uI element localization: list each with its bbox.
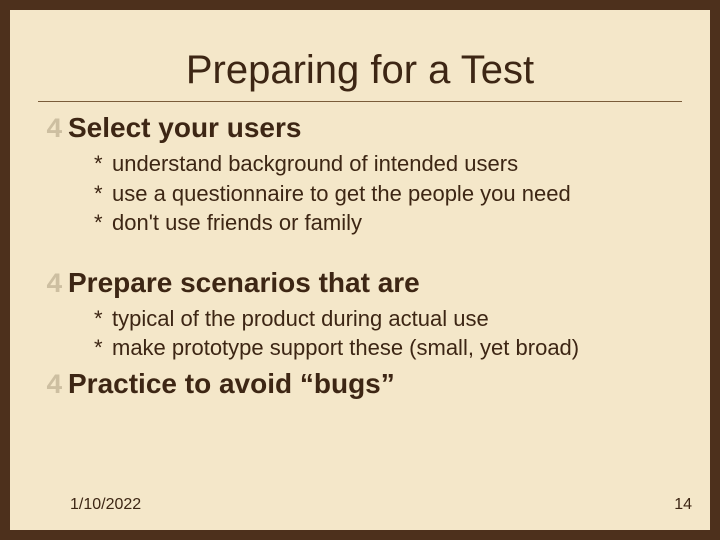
section-2-heading-text: Prepare scenarios that are bbox=[68, 267, 420, 298]
section-2: 4Prepare scenarios that are *typical of … bbox=[46, 267, 682, 362]
star-icon: * bbox=[94, 305, 112, 333]
section-2-heading: 4Prepare scenarios that are bbox=[46, 267, 682, 301]
section-1-sub-1-text: understand background of intended users bbox=[112, 151, 518, 176]
slide-title: Preparing for a Test bbox=[38, 48, 682, 93]
section-1-sub-3: *don't use friends or family bbox=[94, 209, 682, 237]
section-2-sub-2: *make prototype support these (small, ye… bbox=[94, 334, 682, 362]
section-2-sub-2-text: make prototype support these (small, yet… bbox=[112, 335, 579, 360]
bullet-icon: 4 bbox=[46, 371, 68, 402]
section-3-heading: 4Practice to avoid “bugs” bbox=[46, 368, 682, 402]
star-icon: * bbox=[94, 334, 112, 362]
section-3-heading-text: Practice to avoid “bugs” bbox=[68, 368, 395, 399]
section-1-heading: 4Select your users bbox=[46, 112, 682, 146]
section-1-sub-2: *use a questionnaire to get the people y… bbox=[94, 180, 682, 208]
spacer bbox=[38, 243, 682, 261]
slide-inner: Preparing for a Test 4Select your users … bbox=[10, 10, 710, 530]
slide: Preparing for a Test 4Select your users … bbox=[0, 0, 720, 540]
section-1-sub-3-text: don't use friends or family bbox=[112, 210, 362, 235]
section-1: 4Select your users *understand backgroun… bbox=[46, 112, 682, 237]
bullet-icon: 4 bbox=[46, 270, 68, 301]
star-icon: * bbox=[94, 209, 112, 237]
section-3: 4Practice to avoid “bugs” bbox=[46, 368, 682, 402]
section-1-sub-1: *understand background of intended users bbox=[94, 150, 682, 178]
section-1-sub-2-text: use a questionnaire to get the people yo… bbox=[112, 181, 571, 206]
bullet-icon: 4 bbox=[46, 115, 68, 146]
section-2-sub-1-text: typical of the product during actual use bbox=[112, 306, 489, 331]
footer-page: 14 bbox=[674, 496, 692, 514]
section-2-sub-1: *typical of the product during actual us… bbox=[94, 305, 682, 333]
section-1-heading-text: Select your users bbox=[68, 112, 301, 143]
footer-date: 1/10/2022 bbox=[70, 496, 141, 514]
star-icon: * bbox=[94, 180, 112, 208]
title-underline bbox=[38, 101, 682, 102]
star-icon: * bbox=[94, 150, 112, 178]
